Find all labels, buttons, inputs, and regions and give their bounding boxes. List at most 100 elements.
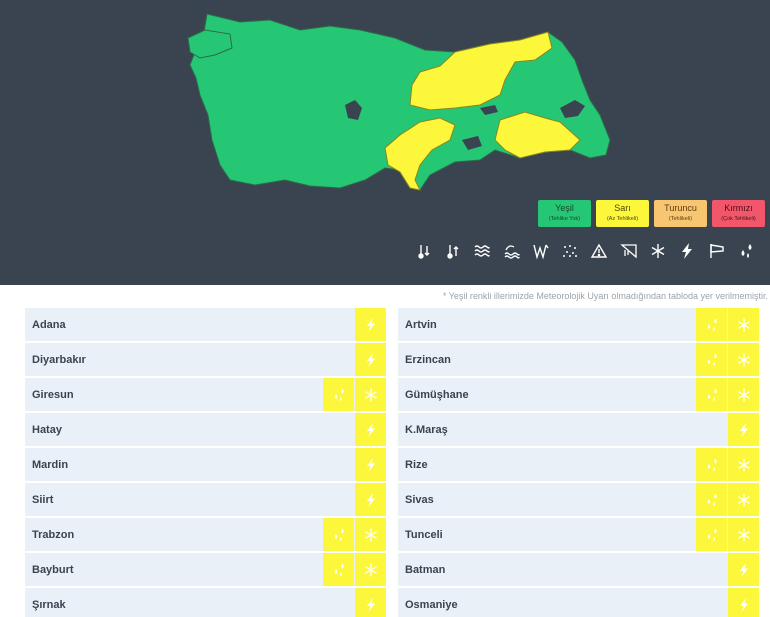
- low-temp-icon[interactable]: [409, 240, 438, 262]
- table-row[interactable]: Sivas: [398, 483, 759, 516]
- snow-icon[interactable]: [728, 518, 759, 551]
- province-name: Batman: [405, 563, 446, 576]
- warning-column-left: Adana Diyarbakır Giresun Hatay Mardin Siirt Tr…: [25, 308, 386, 617]
- table-row[interactable]: Diyarbakır: [25, 343, 386, 376]
- warning-icons: [354, 308, 386, 341]
- warning-icons: [695, 308, 759, 341]
- table-row[interactable]: Rize: [398, 448, 759, 481]
- rain-icon[interactable]: [323, 518, 354, 551]
- thunderstorm-icon[interactable]: [355, 343, 386, 376]
- warning-icons: [354, 448, 386, 481]
- table-row[interactable]: Gümüşhane: [398, 378, 759, 411]
- table-row[interactable]: K.Maraş: [398, 413, 759, 446]
- table-row[interactable]: Hatay: [25, 413, 386, 446]
- rain-icon[interactable]: [696, 518, 727, 551]
- warning-icons: [727, 553, 759, 586]
- warning-icons: [727, 588, 759, 617]
- snow-icon[interactable]: [728, 378, 759, 411]
- table-row[interactable]: Osmaniye: [398, 588, 759, 617]
- map-panel: Yeşil (Tehlike Yok) Sarı (Az Tehlikeli) …: [0, 0, 770, 285]
- legend-yellow-sub: (Az Tehlikeli): [606, 216, 639, 222]
- rain-icon[interactable]: [696, 378, 727, 411]
- warning-icons: [322, 518, 386, 551]
- thunderstorm-icon[interactable]: [728, 588, 759, 617]
- warning-column-right: Artvin Erzincan Gümüşhane K.Maraş Rize Sivas T…: [398, 308, 759, 617]
- province-name: Osmaniye: [405, 598, 458, 611]
- thunderstorm-icon[interactable]: [355, 448, 386, 481]
- table-row[interactable]: Batman: [398, 553, 759, 586]
- warning-icons: [695, 448, 759, 481]
- snow-icon[interactable]: [728, 308, 759, 341]
- province-name: Şırnak: [32, 598, 66, 611]
- province-name: K.Maraş: [405, 423, 448, 436]
- legend-green-label: Yeşil: [555, 203, 574, 213]
- table-row[interactable]: Artvin: [398, 308, 759, 341]
- table-row[interactable]: Şırnak: [25, 588, 386, 617]
- thunderstorm-icon[interactable]: [673, 240, 702, 262]
- snow-icon[interactable]: [728, 343, 759, 376]
- thunderstorm-icon[interactable]: [728, 413, 759, 446]
- snow-icon[interactable]: [355, 553, 386, 586]
- table-row[interactable]: Trabzon: [25, 518, 386, 551]
- warning-icons: [322, 553, 386, 586]
- dust-icon[interactable]: [555, 240, 584, 262]
- table-row[interactable]: Adana: [25, 308, 386, 341]
- province-name: Adana: [32, 318, 66, 331]
- legend-yellow-label: Sarı: [614, 203, 631, 213]
- warning-icons: [695, 343, 759, 376]
- legend: Yeşil (Tehlike Yok) Sarı (Az Tehlikeli) …: [538, 200, 765, 227]
- table-row[interactable]: Erzincan: [398, 343, 759, 376]
- icing-icon[interactable]: [614, 240, 643, 262]
- snow-icon[interactable]: [643, 240, 672, 262]
- thunderstorm-icon[interactable]: [728, 553, 759, 586]
- legend-red-sub: (Çok Tehlikeli): [721, 216, 756, 222]
- table-row[interactable]: Mardin: [25, 448, 386, 481]
- fog-icon[interactable]: [468, 240, 497, 262]
- thunderstorm-icon[interactable]: [355, 483, 386, 516]
- rain-icon[interactable]: [696, 308, 727, 341]
- sea-wave-icon[interactable]: [497, 240, 526, 262]
- province-name: Mardin: [32, 458, 69, 471]
- rain-icon[interactable]: [696, 483, 727, 516]
- high-temp-icon[interactable]: [438, 240, 467, 262]
- legend-yellow: Sarı (Az Tehlikeli): [596, 200, 649, 227]
- table-row[interactable]: Giresun: [25, 378, 386, 411]
- legend-green-sub: (Tehlike Yok): [548, 216, 581, 222]
- table-row[interactable]: Siirt: [25, 483, 386, 516]
- rain-icon[interactable]: [731, 240, 760, 262]
- legend-red: Kırmızı (Çok Tehlikeli): [712, 200, 765, 227]
- hazard-filter-bar: [409, 240, 761, 262]
- legend-orange-sub: (Tehlikeli): [668, 216, 693, 222]
- warning-icons: [354, 588, 386, 617]
- warning-icons: [354, 343, 386, 376]
- table-row[interactable]: Tunceli: [398, 518, 759, 551]
- storm-wind-icon[interactable]: [702, 240, 731, 262]
- snow-icon[interactable]: [728, 448, 759, 481]
- rain-icon[interactable]: [696, 343, 727, 376]
- legend-red-label: Kırmızı: [724, 203, 753, 213]
- thunderstorm-icon[interactable]: [355, 588, 386, 617]
- legend-orange-label: Turuncu: [664, 203, 697, 213]
- thunderstorm-icon[interactable]: [355, 308, 386, 341]
- warning-icons: [727, 413, 759, 446]
- warning-icons: [695, 518, 759, 551]
- rain-icon[interactable]: [323, 378, 354, 411]
- province-name: Hatay: [32, 423, 62, 436]
- table-note: * Yeşil renkli illerimizde Meteorolojik …: [442, 291, 768, 301]
- legend-orange: Turuncu (Tehlikeli): [654, 200, 707, 227]
- warning-icons: [354, 413, 386, 446]
- table-row[interactable]: Bayburt: [25, 553, 386, 586]
- rain-icon[interactable]: [323, 553, 354, 586]
- thunderstorm-icon[interactable]: [355, 413, 386, 446]
- warning-icons: [354, 483, 386, 516]
- warning-icons: [695, 378, 759, 411]
- province-name: Diyarbakır: [32, 353, 86, 366]
- legend-green: Yeşil (Tehlike Yok): [538, 200, 591, 227]
- snow-icon[interactable]: [355, 378, 386, 411]
- rain-icon[interactable]: [696, 448, 727, 481]
- snow-icon[interactable]: [355, 518, 386, 551]
- avalanche-icon[interactable]: [585, 240, 614, 262]
- warning-icons: [695, 483, 759, 516]
- snow-icon[interactable]: [728, 483, 759, 516]
- wind-icon[interactable]: [526, 240, 555, 262]
